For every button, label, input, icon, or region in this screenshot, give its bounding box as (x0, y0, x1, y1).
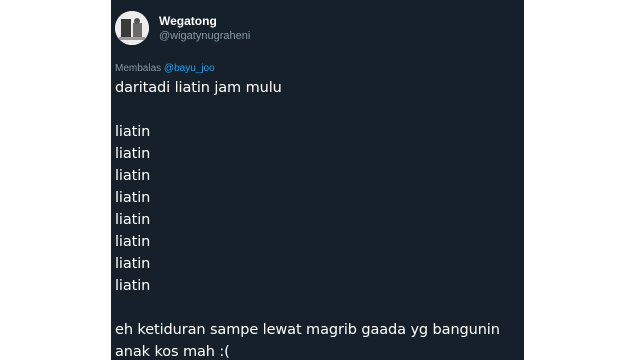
user-info: Wegatong @wigatynugraheni (159, 14, 250, 43)
reply-context: Membalas @bayu_joo (111, 62, 524, 75)
tweet-line: liatin (115, 168, 151, 184)
tweet-line: liatin (115, 190, 151, 206)
tweet-line: liatin (115, 124, 151, 140)
tweet-line: liatin (115, 146, 151, 162)
tweet-text: daritadi liatin jam mulu liatin liatin l… (111, 77, 524, 360)
tweet-line: liatin (115, 256, 151, 272)
reply-prefix: Membalas (115, 63, 162, 74)
tweet-line: anak kos mah :( (115, 344, 230, 360)
tweet-header: Wegatong @wigatynugraheni (111, 8, 524, 48)
avatar[interactable] (115, 11, 149, 45)
tweet-card: Wegatong @wigatynugraheni Membalas @bayu… (111, 0, 524, 360)
tweet-line: liatin (115, 234, 151, 250)
tweet-line: liatin (115, 212, 151, 228)
tweet-line: daritadi liatin jam mulu (115, 80, 282, 96)
tweet-line: eh ketiduran sampe lewat magrib gaada yg… (115, 322, 500, 338)
user-handle[interactable]: @wigatynugraheni (159, 29, 250, 43)
reply-mention-link[interactable]: @bayu_joo (164, 63, 215, 74)
tweet-line: liatin (115, 278, 151, 294)
avatar-image (115, 11, 149, 45)
display-name[interactable]: Wegatong (159, 14, 250, 29)
